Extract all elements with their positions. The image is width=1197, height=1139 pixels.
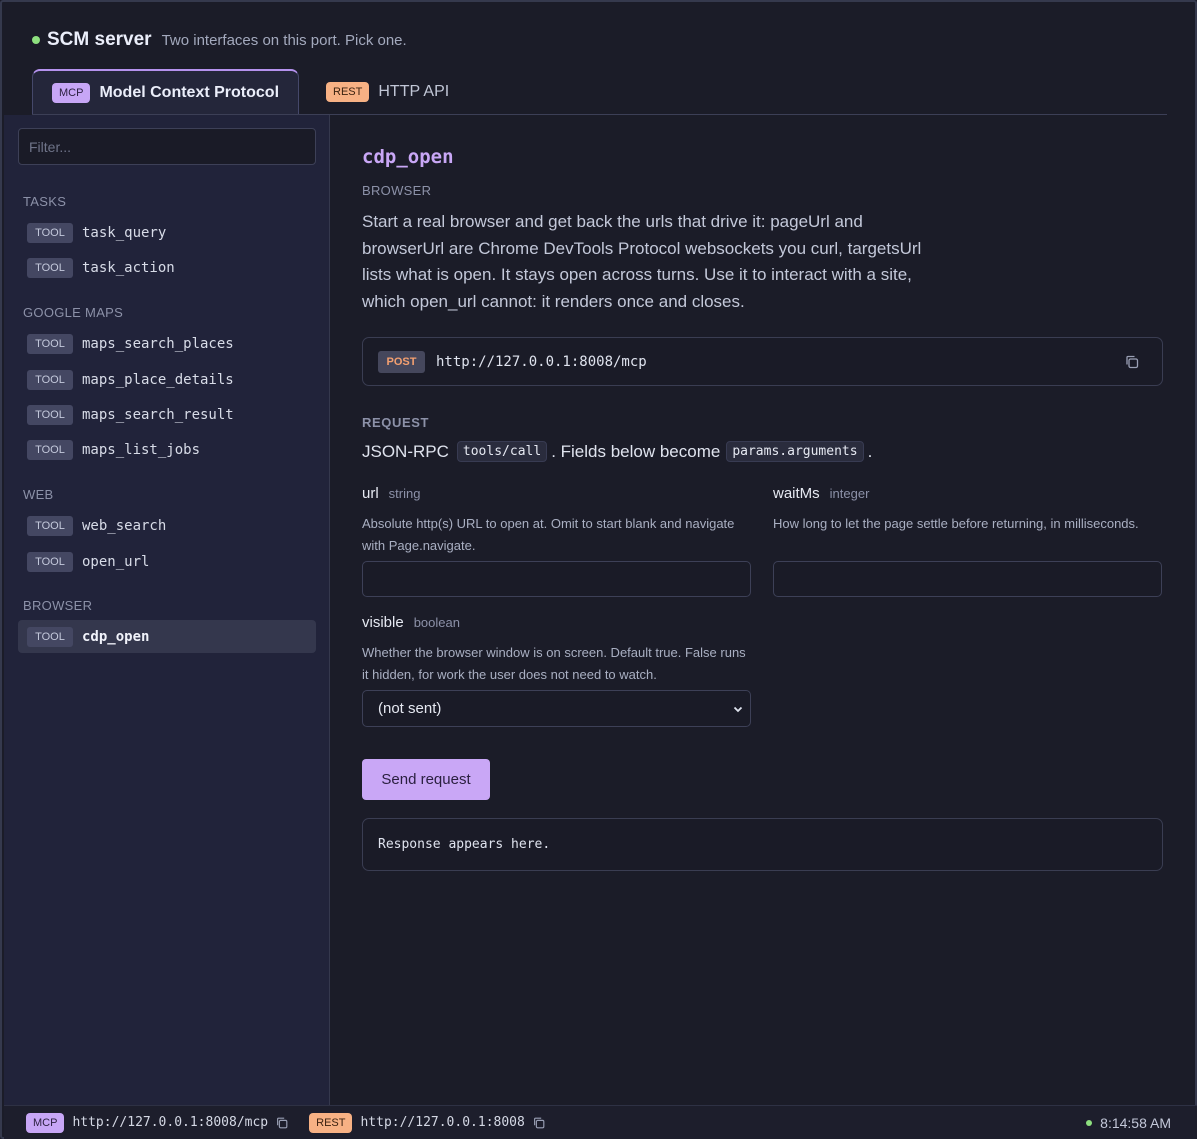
mcp-badge: MCP	[52, 83, 91, 103]
waitms-input[interactable]	[773, 561, 1162, 597]
tool-name: task_query	[82, 224, 167, 241]
url-input[interactable]	[362, 561, 751, 597]
app-window: SCM server Two interfaces on this port. …	[0, 0, 1197, 1139]
tool-name: maps_place_details	[82, 371, 234, 388]
tool-name: task_action	[82, 259, 175, 276]
endpoint-url: http://127.0.0.1:8008/mcp	[436, 353, 647, 370]
tool-detail-panel: cdp_open BROWSER Start a real browser an…	[331, 115, 1167, 1105]
tool-badge: TOOL	[27, 257, 73, 278]
filter-input[interactable]	[18, 128, 316, 165]
tool-title: cdp_open	[362, 146, 454, 168]
field-waitms: waitMs integer How long to let the page …	[773, 485, 1162, 597]
tool-name: cdp_open	[82, 628, 150, 645]
method-badge: POST	[378, 350, 425, 373]
tool-name: web_search	[82, 517, 167, 534]
tool-badge: TOOL	[27, 222, 73, 243]
interface-tabs: MCP Model Context Protocol REST HTTP API	[32, 69, 468, 115]
tool-name: maps_search_result	[82, 406, 234, 423]
field-type: boolean	[413, 615, 460, 630]
clock-time: 8:14:58 AM	[1100, 1115, 1171, 1131]
status-bar: MCP http://127.0.0.1:8008/mcp REST http:…	[4, 1105, 1197, 1139]
footer-mcp-url: http://127.0.0.1:8008/mcp	[72, 1115, 269, 1130]
tab-rest[interactable]: REST HTTP API	[307, 69, 468, 115]
field-type: integer	[829, 486, 870, 501]
sidebar-item-maps-search-places[interactable]: TOOL maps_search_places	[18, 327, 316, 360]
copy-icon[interactable]	[1124, 354, 1140, 370]
sidebar-item-task-query[interactable]: TOOL task_query	[18, 216, 316, 249]
tool-badge: TOOL	[27, 626, 73, 647]
tool-badge: TOOL	[27, 333, 73, 354]
tool-category: BROWSER	[362, 183, 432, 198]
chevron-down-icon	[733, 706, 743, 713]
footer-clock: 8:14:58 AM	[1086, 1106, 1171, 1139]
footer-mcp-badge: MCP	[26, 1112, 65, 1133]
visible-select[interactable]: (not sent)	[362, 690, 751, 727]
response-text: Response appears here.	[378, 837, 551, 852]
field-name: waitMs	[773, 485, 820, 502]
field-visible: visible boolean Whether the browser wind…	[362, 614, 751, 727]
app-subtitle: Two interfaces on this port. Pick one.	[161, 31, 407, 49]
app-header: SCM server Two interfaces on this port. …	[32, 28, 407, 52]
sidebar-item-maps-place-details[interactable]: TOOL maps_place_details	[18, 363, 316, 396]
sidebar-item-cdp-open[interactable]: TOOL cdp_open	[18, 620, 316, 653]
field-help: How long to let the page settle before r…	[773, 516, 1139, 531]
request-heading: REQUEST	[362, 415, 430, 430]
footer-rest-url: http://127.0.0.1:8008	[360, 1115, 525, 1130]
copy-mcp-url-icon[interactable]	[275, 1116, 289, 1130]
connection-dot-icon	[1086, 1120, 1093, 1126]
request-prefix: JSON-RPC	[362, 441, 449, 461]
section-label-tasks: TASKS	[23, 194, 67, 209]
footer-rest-badge: REST	[309, 1112, 353, 1133]
send-request-button[interactable]: Send request	[362, 759, 490, 800]
field-name: visible	[362, 614, 404, 631]
section-label-browser: BROWSER	[23, 598, 93, 613]
request-summary: JSON-RPC tools/call . Fields below becom…	[362, 441, 872, 462]
request-suffix: .	[867, 441, 873, 461]
section-label-google-maps: GOOGLE MAPS	[23, 305, 124, 320]
tool-badge: TOOL	[27, 404, 73, 425]
tab-label: Model Context Protocol	[99, 84, 280, 101]
sidebar-item-web-search[interactable]: TOOL web_search	[18, 509, 316, 542]
select-value: (not sent)	[378, 700, 442, 717]
field-url: url string Absolute http(s) URL to open …	[362, 485, 751, 597]
endpoint-box: POST http://127.0.0.1:8008/mcp	[362, 337, 1163, 386]
sidebar-item-maps-list-jobs[interactable]: TOOL maps_list_jobs	[18, 433, 316, 466]
sidebar: TASKS TOOL task_query TOOL task_action G…	[4, 115, 330, 1105]
tool-name: maps_search_places	[82, 335, 234, 352]
rest-badge: REST	[326, 82, 370, 102]
field-help: Absolute http(s) URL to open at. Omit to…	[362, 516, 735, 553]
response-panel: Response appears here.	[362, 818, 1163, 871]
tab-mcp[interactable]: MCP Model Context Protocol	[32, 69, 300, 115]
tool-badge: TOOL	[27, 551, 73, 572]
tool-badge: TOOL	[27, 369, 73, 390]
tool-name: maps_list_jobs	[82, 441, 201, 458]
tool-name: open_url	[82, 553, 150, 570]
tool-badge: TOOL	[27, 439, 73, 460]
request-middle: . Fields below become	[551, 441, 721, 461]
copy-rest-url-icon[interactable]	[532, 1116, 546, 1130]
tool-description: Start a real browser and get back the ur…	[362, 212, 922, 311]
status-dot-icon	[32, 36, 40, 44]
sidebar-item-open-url[interactable]: TOOL open_url	[18, 545, 316, 578]
app-title: SCM server	[47, 29, 152, 50]
tool-badge: TOOL	[27, 515, 73, 536]
field-type: string	[388, 486, 421, 501]
method-code: tools/call	[456, 441, 548, 462]
field-name: url	[362, 485, 379, 502]
sidebar-item-maps-search-result[interactable]: TOOL maps_search_result	[18, 398, 316, 431]
field-help: Whether the browser window is on screen.…	[362, 645, 746, 682]
tab-label: HTTP API	[378, 83, 450, 100]
sidebar-item-task-action[interactable]: TOOL task_action	[18, 251, 316, 284]
section-label-web: WEB	[23, 487, 54, 502]
params-code: params.arguments	[726, 441, 864, 462]
